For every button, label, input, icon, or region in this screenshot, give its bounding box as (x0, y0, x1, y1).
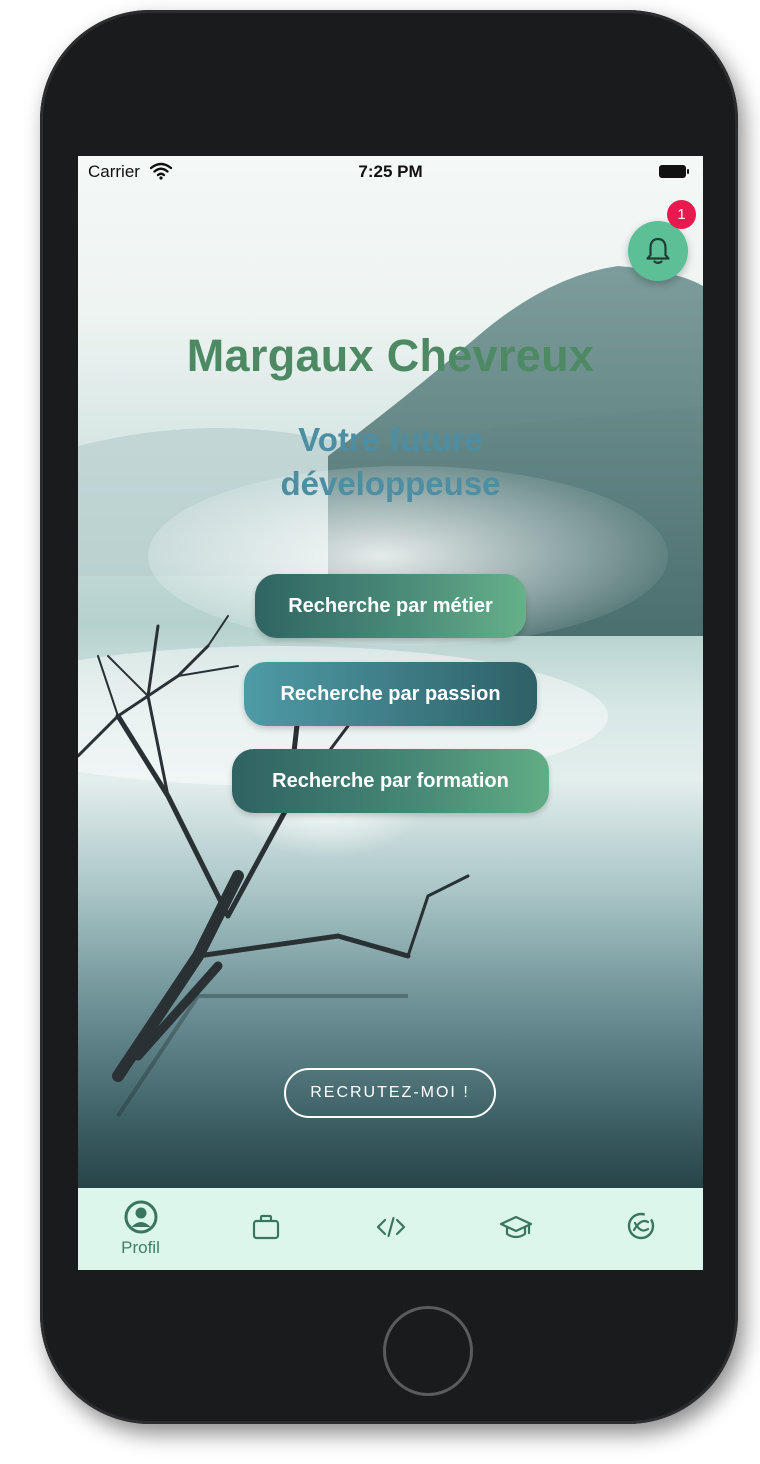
subtitle-line-2: développeuse (280, 465, 501, 502)
subtitle-line-1: Votre future (298, 421, 483, 458)
search-by-passion-button[interactable]: Recherche par passion (244, 662, 537, 726)
bell-icon (646, 237, 670, 265)
tab-bar: Profil (78, 1188, 703, 1270)
tab-profile[interactable]: Profil (78, 1188, 203, 1270)
home-button[interactable] (383, 1306, 473, 1396)
code-icon (376, 1216, 405, 1238)
graduation-cap-icon (499, 1215, 532, 1239)
tab-profile-label: Profil (121, 1238, 160, 1257)
tab-education[interactable] (453, 1188, 578, 1270)
app-screen: Carrier 7:25 PM 1 Margaux Chevreux Votre… (78, 156, 703, 1270)
notifications-button[interactable] (628, 221, 688, 281)
status-bar: Carrier 7:25 PM (78, 156, 703, 190)
briefcase-icon (252, 1214, 279, 1240)
tab-experience[interactable] (203, 1188, 328, 1270)
status-time: 7:25 PM (358, 162, 423, 181)
notification-badge: 1 (667, 200, 696, 229)
search-by-job-button[interactable]: Recherche par métier (255, 574, 526, 638)
search-by-training-button[interactable]: Recherche par formation (232, 749, 549, 813)
page-title: Margaux Chevreux (186, 330, 595, 381)
subtitle: Votre future développeuse (78, 418, 703, 506)
profile-icon (124, 1200, 157, 1234)
tab-hobbies[interactable] (578, 1188, 703, 1270)
recruit-me-button[interactable]: RECRUTEZ-MOI ! (284, 1068, 496, 1118)
tab-skills[interactable] (328, 1188, 453, 1270)
battery-icon (659, 165, 689, 178)
hobbies-icon (627, 1212, 654, 1240)
